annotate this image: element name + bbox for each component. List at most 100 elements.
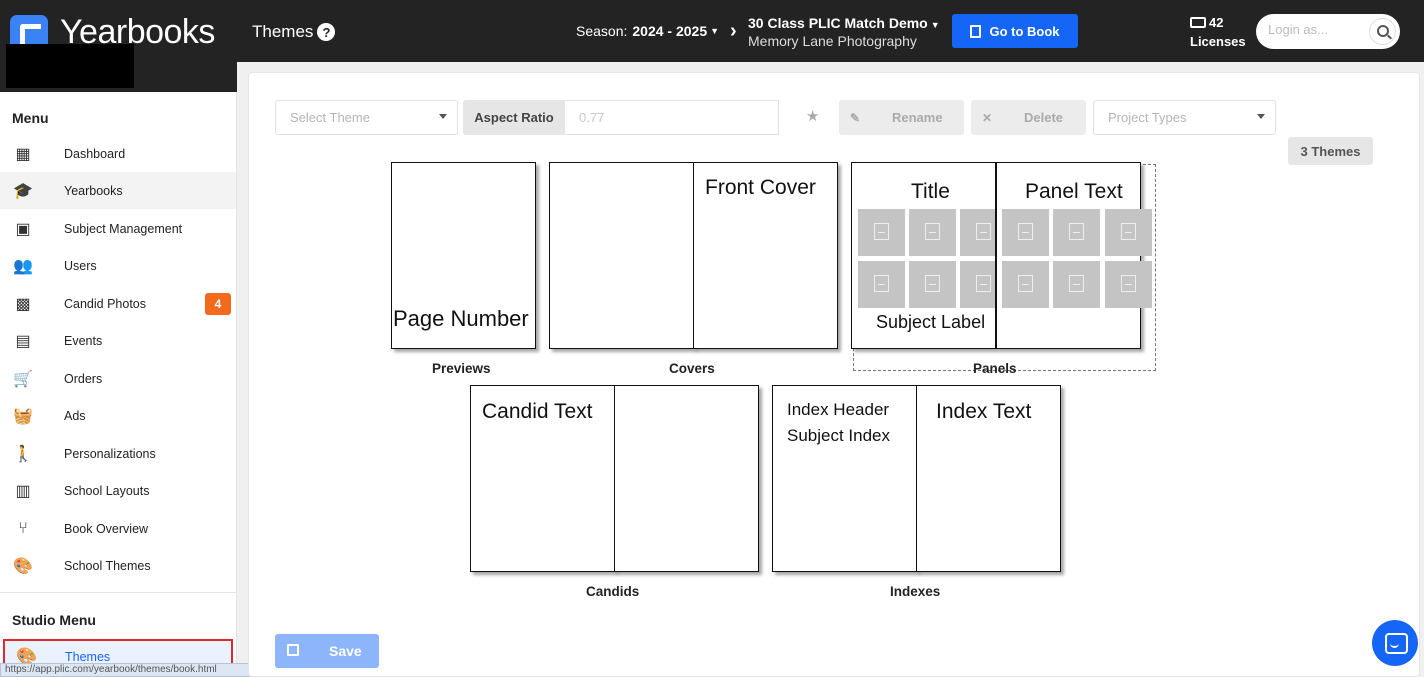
save-button[interactable]: Save xyxy=(275,634,379,668)
sidebar-item-ads[interactable]: 🧺 Ads xyxy=(0,397,236,434)
themes-count-badge: 3 Themes xyxy=(1288,137,1373,165)
top-bar: Yearbooks Themes ? Season: 2024 - 2025 ▼… xyxy=(0,0,1424,62)
sidebar-item-label: Orders xyxy=(64,371,103,386)
page-title: Themes ? xyxy=(252,22,336,42)
photo-placeholder-icon xyxy=(909,261,956,308)
cart-icon: 🛒 xyxy=(13,370,33,388)
chevron-right-icon: › xyxy=(730,20,737,42)
login-as-field xyxy=(1256,14,1400,49)
chat-icon[interactable] xyxy=(1372,620,1418,666)
menu-heading: Menu xyxy=(12,110,49,126)
sidebar-item-label: School Layouts xyxy=(64,483,150,498)
login-as-input[interactable] xyxy=(1268,22,1363,37)
calendar-icon: ▤ xyxy=(15,332,31,350)
candid-right-page[interactable] xyxy=(614,385,759,572)
aspect-ratio-input[interactable]: 0.77 xyxy=(565,100,779,135)
search-icon[interactable] xyxy=(1369,18,1396,45)
go-to-book-button[interactable]: Go to Book xyxy=(952,14,1078,48)
candids-caption: Candids xyxy=(586,584,640,599)
select-theme-dropdown[interactable]: Select Theme xyxy=(275,100,458,135)
status-bar-url: https://app.plic.com/yearbook/themes/boo… xyxy=(0,663,259,677)
sidebar-item-yearbooks[interactable]: 🎓 Yearbooks xyxy=(0,172,236,209)
caret-down-icon: ▼ xyxy=(710,26,720,36)
aspect-ratio-label: Aspect Ratio xyxy=(463,100,565,135)
cover-front-page[interactable]: Front Cover xyxy=(693,162,838,349)
sidebar-item-subject-management[interactable]: ▣ Subject Management xyxy=(0,210,236,247)
sidebar-item-events[interactable]: ▤ Events xyxy=(0,322,236,359)
layout-icon: ▥ xyxy=(15,482,31,500)
sidebar-item-label: Events xyxy=(64,333,103,348)
previews-caption: Previews xyxy=(432,361,491,376)
graduation-cap-icon: 🎓 xyxy=(13,182,33,200)
covers-caption: Covers xyxy=(669,361,715,376)
season-value: 2024 - 2025 xyxy=(632,23,708,39)
candid-photos-badge: 4 xyxy=(205,292,231,315)
photo-placeholder-icon xyxy=(1053,261,1100,308)
save-icon xyxy=(287,644,299,656)
panel-left-page[interactable]: Title Subject Label xyxy=(851,162,996,349)
project-name: 30 Class PLIC Match Demo xyxy=(748,15,928,31)
sidebar-item-users[interactable]: 👥 Users xyxy=(0,247,236,284)
sidebar-item-label: Yearbooks xyxy=(64,183,123,198)
redacted-block xyxy=(6,44,134,88)
panels-caption: Panels xyxy=(973,361,1017,376)
photo-placeholder-icon xyxy=(1053,209,1100,256)
sidebar-item-orders[interactable]: 🛒 Orders xyxy=(0,360,236,397)
subject-label-text: Subject Label xyxy=(876,312,986,332)
candid-left-page[interactable]: Candid Text xyxy=(470,385,615,572)
candid-text: Candid Text xyxy=(482,400,593,423)
sidebar-item-school-layouts[interactable]: ▥ School Layouts xyxy=(0,472,236,509)
photo-placeholder-icon xyxy=(858,209,905,256)
project-types-dropdown[interactable]: Project Types xyxy=(1093,100,1276,135)
season-selector[interactable]: Season: 2024 - 2025 ▼ xyxy=(576,23,719,39)
save-label: Save xyxy=(329,643,362,659)
panel-right-page[interactable]: Panel Text xyxy=(996,162,1152,349)
cover-back-page[interactable] xyxy=(549,162,694,349)
preview-page[interactable]: Page Number xyxy=(391,162,536,349)
season-label: Season: xyxy=(576,23,628,39)
index-right-page[interactable]: Index Text xyxy=(916,385,1061,572)
caret-down-icon xyxy=(439,114,447,119)
photo-placeholder-icon xyxy=(858,261,905,308)
sidebar-item-personalizations[interactable]: 🚶 Personalizations xyxy=(0,435,236,472)
rename-label: Rename xyxy=(892,110,943,125)
book-icon xyxy=(970,24,982,38)
sidebar-divider xyxy=(0,592,236,593)
rename-button[interactable]: ✎ Rename xyxy=(839,100,964,135)
edit-icon: ✎ xyxy=(850,110,861,125)
photo-placeholder-icon xyxy=(960,209,995,256)
merge-icon: ⑂ xyxy=(18,519,28,537)
sidebar-item-label: Themes xyxy=(65,650,111,664)
sidebar-item-label: Dashboard xyxy=(64,146,126,161)
photo-placeholder-icon xyxy=(1002,261,1049,308)
project-selector[interactable]: 30 Class PLIC Match Demo ▼ Memory Lane Ph… xyxy=(748,15,940,49)
index-header-text: Index Header xyxy=(787,400,890,419)
delete-button[interactable]: ✕ Delete xyxy=(971,100,1086,135)
users-icon: 👥 xyxy=(13,257,33,275)
caret-down-icon xyxy=(1257,114,1265,119)
sidebar-item-label: Candid Photos xyxy=(64,296,147,311)
sidebar-item-label: Ads xyxy=(64,408,86,423)
licenses-count: 42 xyxy=(1209,15,1224,30)
sidebar-item-label: Personalizations xyxy=(64,446,156,461)
sidebar-item-school-themes[interactable]: 🎨 School Themes xyxy=(0,547,236,584)
sidebar-item-label: Users xyxy=(64,258,97,273)
index-left-page[interactable]: Index Header Subject Index xyxy=(772,385,917,572)
sidebar-item-dashboard[interactable]: ▦ Dashboard xyxy=(0,135,236,172)
photo-placeholder-icon xyxy=(1105,209,1152,256)
close-icon: ✕ xyxy=(982,110,993,125)
front-cover-text: Front Cover xyxy=(705,176,816,199)
star-icon[interactable]: ★ xyxy=(806,107,819,125)
studio-name: Memory Lane Photography xyxy=(748,33,917,49)
palette-icon: 🎨 xyxy=(13,557,33,575)
sidebar-item-book-overview[interactable]: ⑂ Book Overview xyxy=(0,510,236,547)
index-text: Index Text xyxy=(936,400,1032,423)
help-icon[interactable]: ? xyxy=(317,23,336,41)
indexes-caption: Indexes xyxy=(890,584,941,599)
sidebar-item-candid-photos[interactable]: ▩ Candid Photos 4 xyxy=(0,285,236,322)
page-number-text: Page Number xyxy=(393,306,529,331)
go-to-book-label: Go to Book xyxy=(989,23,1060,39)
photo-placeholder-icon xyxy=(909,209,956,256)
licenses-info[interactable]: 42 Licenses xyxy=(1190,13,1246,51)
project-types-placeholder: Project Types xyxy=(1108,110,1187,125)
